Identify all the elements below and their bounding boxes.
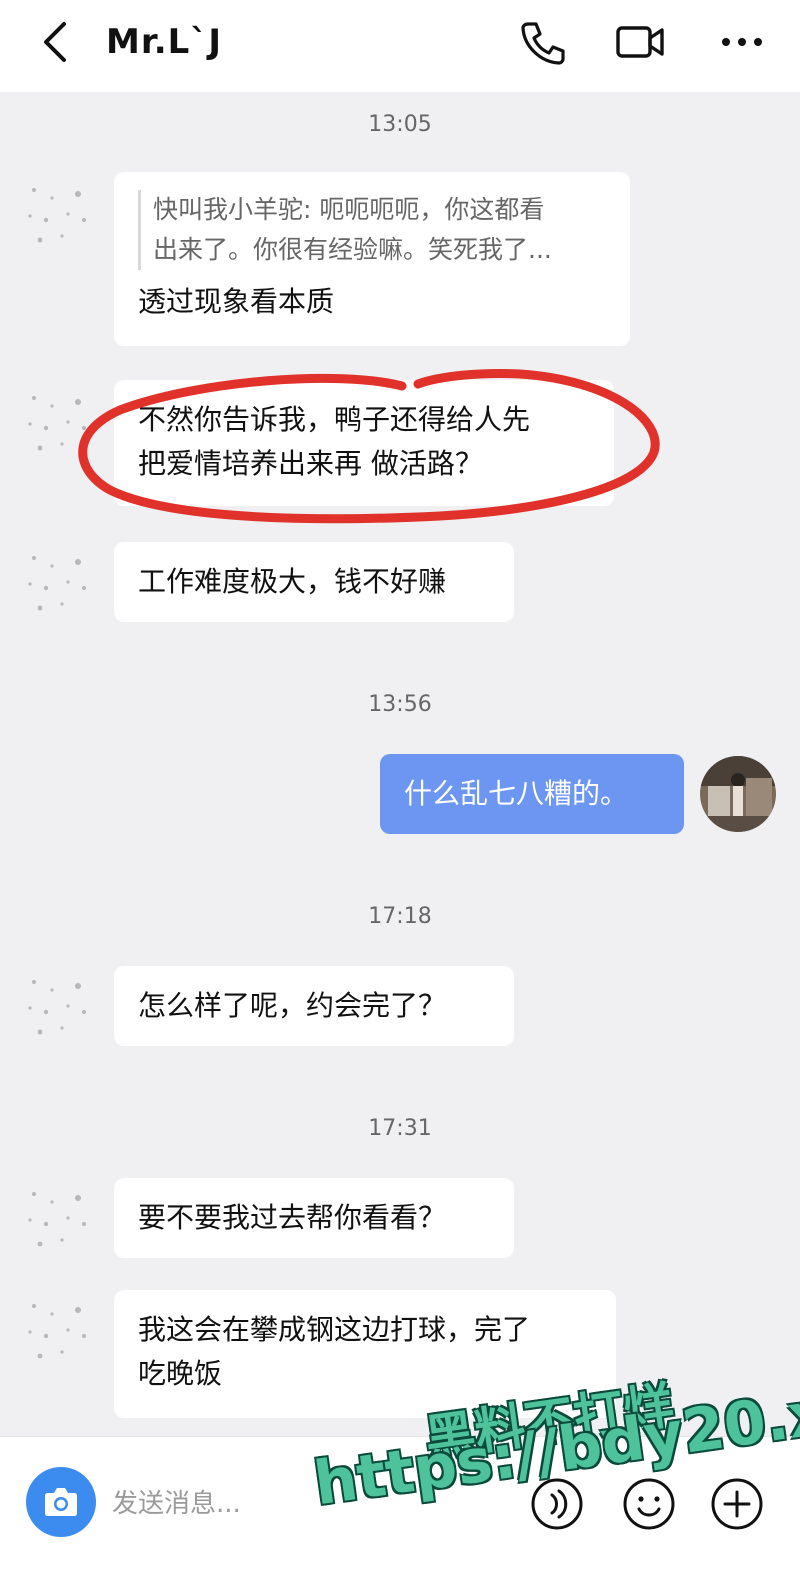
timestamp: 13:05 <box>368 112 432 137</box>
message-line: 把爱情培养出来再 做活路？ <box>138 447 483 480</box>
contact-avatar[interactable] <box>22 1184 100 1262</box>
add-icon[interactable] <box>710 1477 764 1531</box>
message-bubble[interactable]: 不然你告诉我，鸭子还得给人先 把爱情培养出来再 做活路？ <box>114 380 614 506</box>
timestamp: 17:18 <box>368 904 432 929</box>
contact-avatar[interactable] <box>22 1296 100 1374</box>
message-bubble[interactable]: 我这会在攀成钢这边打球，完了 吃晚饭 <box>114 1290 616 1418</box>
timestamp: 17:31 <box>368 1116 432 1141</box>
contact-avatar[interactable] <box>22 180 100 258</box>
video-icon[interactable] <box>614 18 666 66</box>
more-icon[interactable] <box>716 18 768 66</box>
phone-icon[interactable] <box>516 18 568 66</box>
timestamp: 13:56 <box>368 692 432 717</box>
camera-button[interactable] <box>26 1467 96 1537</box>
quoted-message: 快叫我小羊驼: 呃呃呃呃，你这都看 出来了。你很有经验嘛。笑死我了... <box>138 190 606 270</box>
voice-icon[interactable] <box>530 1477 584 1531</box>
message-line: 我这会在攀成钢这边打球，完了 <box>138 1313 531 1346</box>
chat-header: Mr.L`J <box>0 0 800 92</box>
my-message-bubble[interactable]: 什么乱七八糟的。 <box>380 754 684 834</box>
quote-line: 快叫我小羊驼: 呃呃呃呃，你这都看 <box>153 195 545 224</box>
emoji-icon[interactable] <box>622 1477 676 1531</box>
message-text: 工作难度极大，钱不好赚 <box>138 565 447 598</box>
avatar-photo <box>700 756 776 832</box>
contact-avatar[interactable] <box>22 972 100 1050</box>
contact-avatar[interactable] <box>22 548 100 626</box>
message-input[interactable] <box>112 1481 502 1527</box>
contact-avatar[interactable] <box>22 388 100 466</box>
contact-name[interactable]: Mr.L`J <box>106 20 222 64</box>
message-line: 不然你告诉我，鸭子还得给人先 <box>138 403 531 436</box>
message-line: 吃晚饭 <box>138 1357 223 1390</box>
my-avatar[interactable] <box>700 756 776 832</box>
message-bubble[interactable]: 工作难度极大，钱不好赚 <box>114 542 514 622</box>
message-text: 怎么样了呢，约会完了？ <box>138 989 447 1022</box>
quote-line: 出来了。你很有经验嘛。笑死我了... <box>153 235 552 264</box>
message-bubble[interactable]: 要不要我过去帮你看看？ <box>114 1178 514 1258</box>
message-text: 什么乱七八糟的。 <box>404 777 629 810</box>
message-bubble[interactable]: 快叫我小羊驼: 呃呃呃呃，你这都看 出来了。你很有经验嘛。笑死我了... 透过现… <box>114 172 630 346</box>
back-icon[interactable] <box>36 20 76 64</box>
composer-bar <box>0 1436 800 1570</box>
message-text: 透过现象看本质 <box>138 285 335 318</box>
message-text: 要不要我过去帮你看看？ <box>138 1201 447 1234</box>
camera-icon <box>45 1488 77 1516</box>
message-bubble[interactable]: 怎么样了呢，约会完了？ <box>114 966 514 1046</box>
